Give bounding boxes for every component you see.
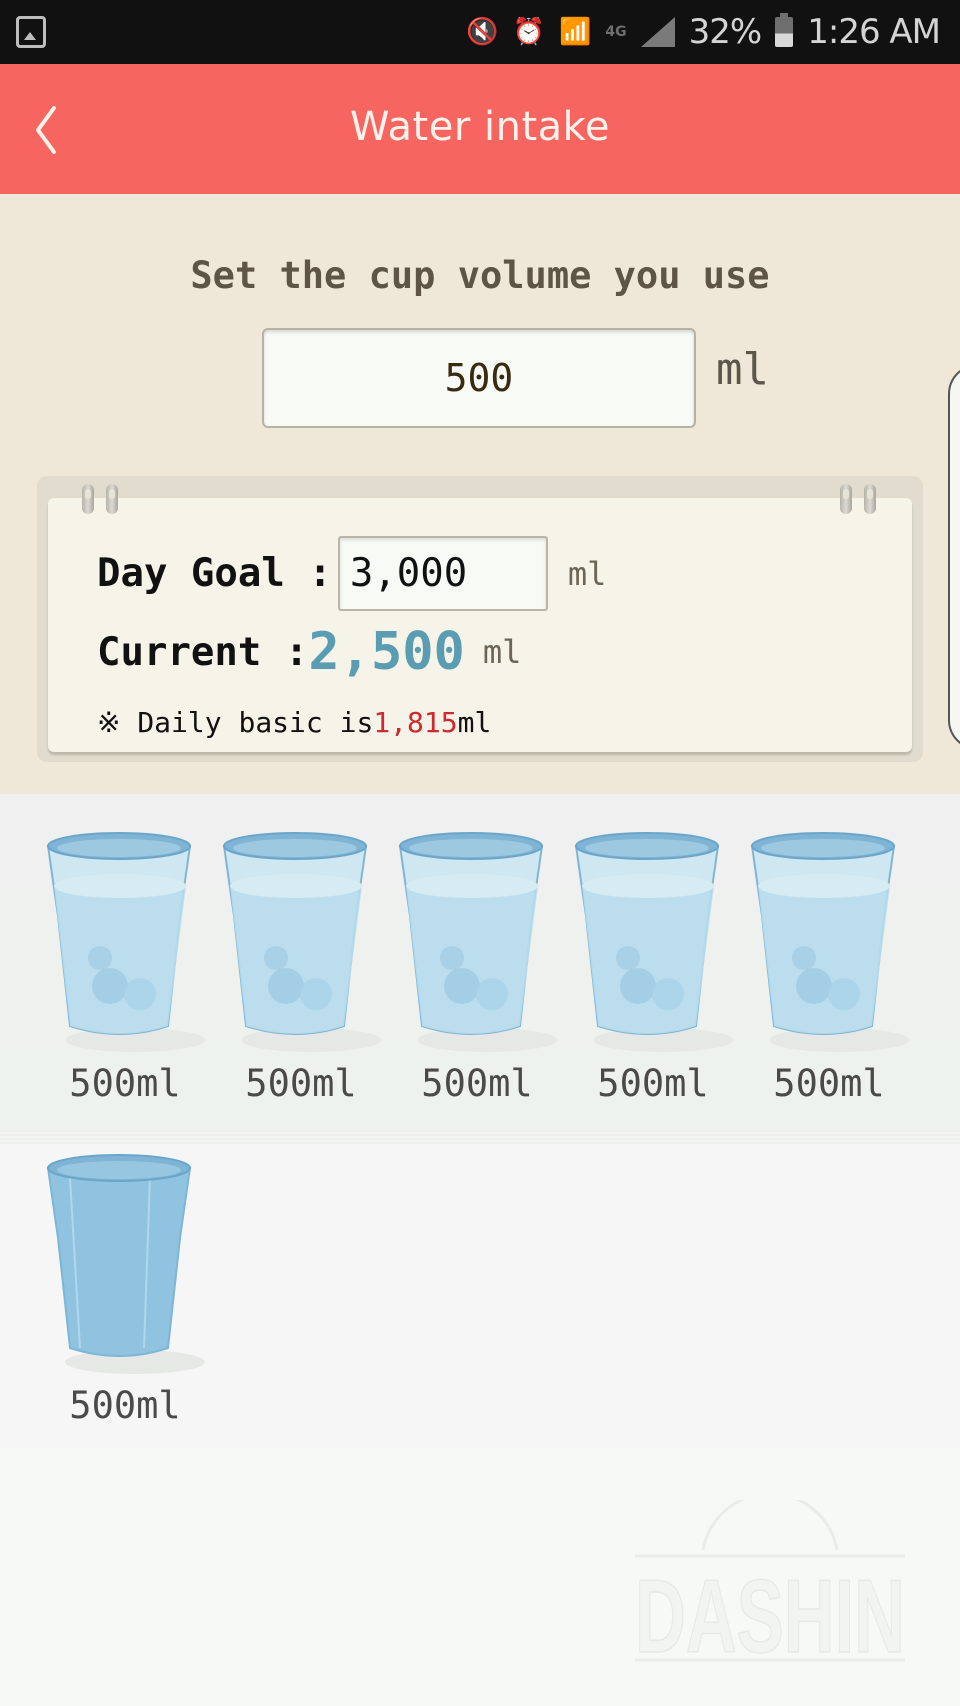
day-goal-input[interactable] — [337, 536, 548, 611]
cup-settings-section: Set the cup volume you use ml Day Goal :… — [0, 194, 960, 794]
water-glass-full-icon — [46, 832, 205, 1052]
cup-item[interactable]: 500ml — [216, 826, 386, 1105]
cup-volume-label: 500ml — [421, 1062, 533, 1105]
alarm-icon: ⏰ — [512, 17, 546, 47]
clock: 1:26 AM — [807, 12, 941, 52]
cup-volume-label: Set the cup volume you use — [190, 254, 770, 297]
water-glass-full-icon — [398, 832, 557, 1052]
daily-basic-note: ※ Daily basic is 1,815 ml — [97, 706, 491, 739]
note-prefix: ※ Daily basic is — [97, 706, 374, 739]
signal-icon — [640, 17, 675, 47]
current-unit: ml — [482, 633, 522, 671]
page-title: Water intake — [350, 104, 610, 150]
water-glass-full-icon — [750, 832, 909, 1052]
lte-icon: 4G — [605, 24, 627, 40]
cup-volume-label: 500ml — [69, 1384, 181, 1427]
battery-icon — [775, 13, 794, 47]
app-header: Water intake — [0, 64, 960, 194]
status-icons: 🔇 ⏰ 📶 4G 32% 1:26 AM — [466, 10, 941, 54]
water-glass-full-icon — [222, 832, 381, 1052]
day-goal-row: Day Goal : ml — [97, 536, 606, 611]
current-value: 2,500 — [308, 622, 465, 682]
cup-item[interactable]: 500ml — [40, 1148, 210, 1427]
cup-volume-label: 500ml — [245, 1062, 357, 1105]
cup-volume-input[interactable] — [262, 328, 696, 428]
current-row: Current : 2,500 ml — [97, 622, 521, 682]
ring-icon — [864, 484, 876, 514]
row-divider — [0, 1130, 960, 1146]
status-bar: 🔇 ⏰ 📶 4G 32% 1:26 AM — [0, 0, 960, 64]
battery-percent: 32% — [688, 12, 763, 52]
side-drawer-handle[interactable] — [948, 364, 960, 750]
cup-item[interactable]: 500ml — [744, 826, 914, 1105]
water-glass-full-icon — [574, 832, 733, 1052]
vibrate-mute-icon: 🔇 — [466, 17, 499, 47]
cup-volume-label: 500ml — [69, 1062, 181, 1105]
cup-volume-label: 500ml — [597, 1062, 709, 1105]
day-goal-label: Day Goal : — [97, 551, 332, 596]
cup-volume-label: 500ml — [773, 1062, 885, 1105]
gallery-icon — [16, 16, 46, 48]
cup-volume-unit: ml — [716, 344, 769, 395]
cup-item[interactable]: 500ml — [392, 826, 562, 1105]
ring-icon — [82, 484, 94, 514]
current-label: Current : — [97, 629, 309, 675]
wifi-icon: 📶 — [559, 17, 592, 47]
note-suffix: ml — [457, 706, 492, 739]
dashin-watermark: DASHIN — [625, 1492, 915, 1676]
daily-basic-value: 1,815 — [373, 706, 458, 739]
watermark-text: DASHIN — [635, 1559, 905, 1670]
cup-item[interactable]: 500ml — [568, 826, 738, 1105]
water-glass-empty-icon — [46, 1154, 205, 1374]
day-goal-unit: ml — [567, 554, 607, 593]
ring-icon — [840, 484, 852, 514]
ring-icon — [106, 484, 118, 514]
cup-item[interactable]: 500ml — [40, 826, 210, 1105]
